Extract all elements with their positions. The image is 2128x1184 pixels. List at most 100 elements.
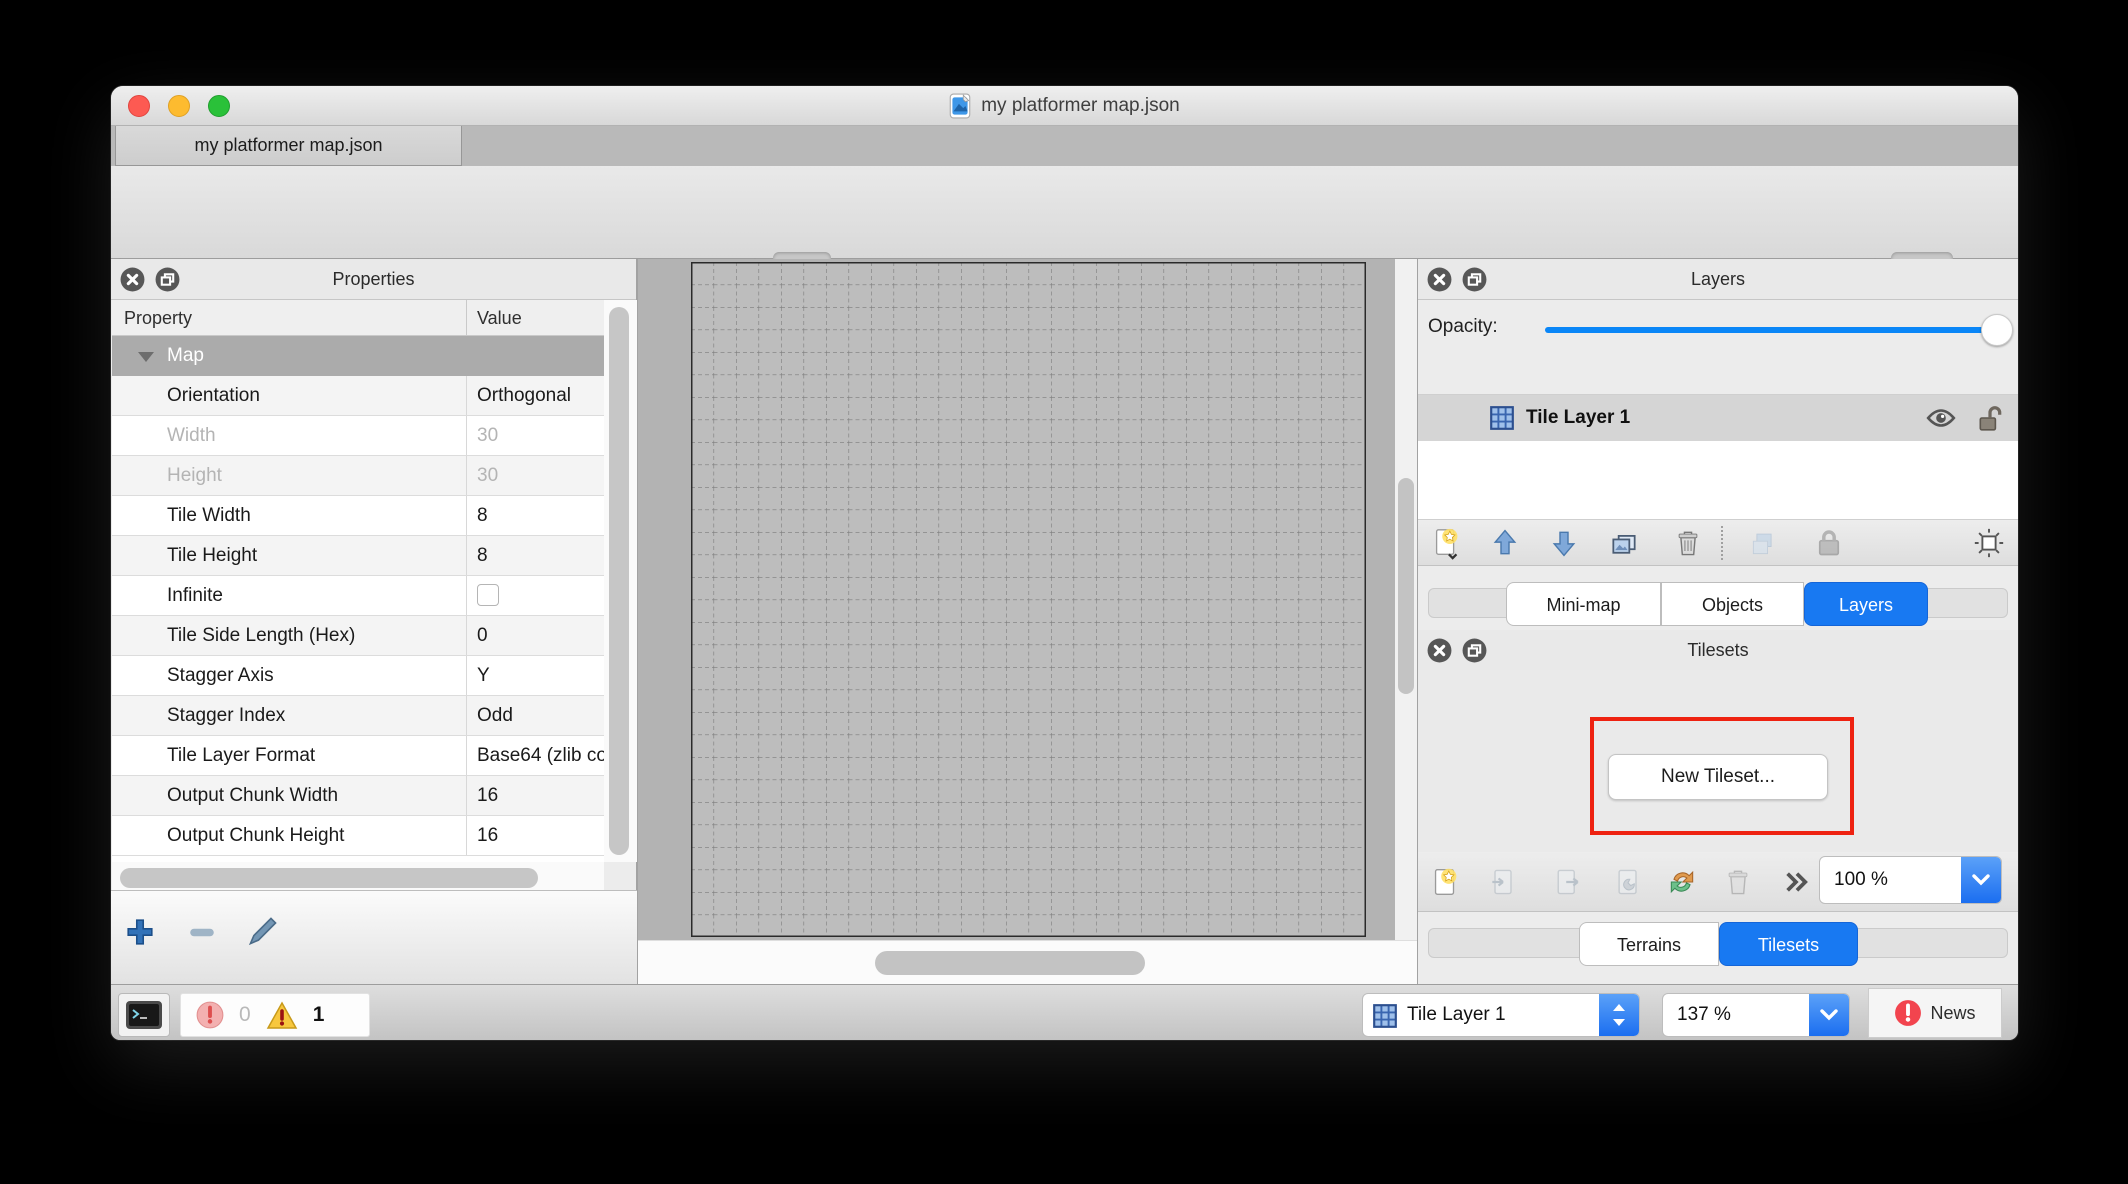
tilesets-title: Tilesets: [1418, 630, 2018, 671]
table-row[interactable]: Tile Side Length (Hex)0: [112, 616, 604, 656]
tileset-zoom-value: 100 %: [1834, 857, 1888, 903]
edit-property-icon[interactable]: [247, 915, 279, 947]
layer-list: Tile Layer 1: [1418, 394, 2018, 520]
group-label: Map: [167, 345, 204, 366]
map-zoom-select[interactable]: 137 %: [1662, 993, 1850, 1037]
more-tilesets-button[interactable]: [1777, 863, 1815, 901]
tab-objects[interactable]: Objects: [1661, 582, 1804, 626]
app-window: my platformer map.json my platformer map…: [111, 86, 2018, 1040]
toolbar-separator: [1721, 526, 1723, 560]
move-layer-down-button[interactable]: [1545, 524, 1583, 562]
infinite-checkbox[interactable]: [477, 584, 499, 606]
table-row[interactable]: Stagger IndexOdd: [112, 696, 604, 736]
remove-property-icon[interactable]: [187, 923, 217, 941]
delete-tileset-button[interactable]: [1719, 863, 1757, 901]
tab-mini-map[interactable]: Mini-map: [1506, 582, 1661, 626]
right-dock: Layers Opacity: Tile Layer 1: [1417, 259, 2018, 984]
opacity-slider-knob[interactable]: [1981, 314, 2013, 346]
map-vertical-scrollbar[interactable]: [1395, 259, 1417, 940]
lock-layer-button[interactable]: [1810, 524, 1848, 562]
opacity-row: Opacity:: [1418, 305, 2018, 355]
table-row[interactable]: OrientationOrthogonal: [112, 376, 604, 416]
status-bar: 0 1 Tile Layer 1 137 % News: [111, 984, 2018, 1040]
titlebar[interactable]: my platformer map.json: [111, 86, 2018, 126]
layers-title: Layers: [1418, 259, 2018, 300]
table-row[interactable]: Infinite: [112, 576, 604, 616]
table-row[interactable]: Tile Height8: [112, 536, 604, 576]
column-property[interactable]: Property: [112, 300, 467, 335]
tab-bar: my platformer map.json: [111, 126, 2018, 166]
tab-layers[interactable]: Layers: [1804, 582, 1928, 626]
map-view[interactable]: [637, 259, 1417, 984]
news-badge-icon: [1894, 999, 1922, 1027]
news-button[interactable]: News: [1868, 988, 2002, 1038]
tab-label: my platformer map.json: [194, 135, 382, 156]
edit-tileset-button[interactable]: [1609, 863, 1647, 901]
terminal-icon: [124, 999, 164, 1031]
import-tileset-button[interactable]: [1484, 863, 1522, 901]
tab-tilesets[interactable]: Tilesets: [1719, 922, 1858, 966]
add-property-icon[interactable]: [125, 917, 155, 947]
properties-vertical-scroll-thumb[interactable]: [609, 307, 629, 855]
opacity-label: Opacity:: [1428, 316, 1498, 338]
table-row[interactable]: Tile Layer FormatBase64 (zlib compressed…: [112, 736, 604, 776]
tab-my-platformer-map[interactable]: my platformer map.json: [115, 126, 462, 166]
tile-layer-icon: [1373, 1004, 1397, 1028]
table-row[interactable]: Height30: [112, 456, 604, 496]
delete-layer-button[interactable]: [1669, 524, 1707, 562]
properties-horizontal-scroll-thumb[interactable]: [120, 868, 538, 888]
property-group-map[interactable]: Map: [112, 336, 604, 376]
properties-vertical-scrollbar[interactable]: [604, 300, 637, 862]
new-tileset-button[interactable]: New Tileset...: [1608, 754, 1828, 800]
main-content: Properties Property Value Map Orientatio…: [111, 259, 2018, 984]
issue-counts[interactable]: 0 1: [180, 993, 370, 1037]
highlight-current-layer-button[interactable]: [1970, 524, 2008, 562]
current-layer-select[interactable]: Tile Layer 1: [1362, 993, 1640, 1037]
up-down-spinner-icon[interactable]: [1599, 994, 1639, 1036]
table-row[interactable]: Tile Width8: [112, 496, 604, 536]
export-tileset-button[interactable]: [1549, 863, 1587, 901]
table-row[interactable]: Stagger AxisY: [112, 656, 604, 696]
move-layer-up-button[interactable]: [1486, 524, 1524, 562]
properties-footer: [111, 890, 637, 984]
main-toolbar: ⌄ ⌄: [111, 166, 2018, 259]
map-horizontal-scroll-thumb[interactable]: [875, 951, 1145, 975]
collapse-triangle-icon[interactable]: [138, 352, 154, 362]
column-value[interactable]: Value: [467, 300, 604, 335]
tab-terrains[interactable]: Terrains: [1579, 922, 1719, 966]
window-title: my platformer map.json: [981, 95, 1180, 117]
property-rows: OrientationOrthogonal Width30 Height30 T…: [112, 376, 604, 856]
desktop: my platformer map.json my platformer map…: [0, 0, 2128, 1184]
table-row[interactable]: Output Chunk Width16: [112, 776, 604, 816]
map-grid[interactable]: [691, 262, 1366, 937]
layer-unlocked-icon[interactable]: [1978, 404, 2002, 432]
properties-header: Properties: [111, 259, 636, 300]
tile-layer-icon: [1490, 406, 1514, 430]
error-count: 0: [239, 1003, 251, 1027]
warning-count: 1: [313, 1003, 325, 1027]
layer-name: Tile Layer 1: [1526, 407, 1630, 429]
duplicate-layer-button[interactable]: [1605, 524, 1643, 562]
opacity-slider[interactable]: [1545, 327, 1997, 333]
layers-toolbar: [1418, 520, 2018, 566]
new-layer-button[interactable]: [1428, 524, 1466, 562]
tilesets-header: Tilesets: [1418, 630, 2018, 671]
raise-layer-button[interactable]: [1745, 524, 1783, 562]
console-button[interactable]: [118, 993, 170, 1037]
chevron-down-icon[interactable]: [1961, 857, 2001, 903]
layer-visible-eye-icon[interactable]: [1926, 407, 1956, 429]
tileset-zoom-select[interactable]: 100 %: [1819, 856, 2002, 904]
properties-horizontal-scrollbar[interactable]: [112, 862, 604, 890]
table-row[interactable]: Output Chunk Height16: [112, 816, 604, 856]
table-row[interactable]: Width30: [112, 416, 604, 456]
map-horizontal-scrollbar[interactable]: [638, 940, 1418, 984]
chevron-down-icon[interactable]: [1809, 994, 1849, 1036]
properties-column-header: Property Value: [112, 300, 604, 336]
properties-panel: Properties Property Value Map Orientatio…: [111, 259, 637, 984]
map-vertical-scroll-thumb[interactable]: [1398, 478, 1414, 694]
new-tileset-icon-button[interactable]: [1426, 863, 1464, 901]
layer-row-tile-layer-1[interactable]: Tile Layer 1: [1418, 395, 2018, 441]
reload-tileset-button[interactable]: [1663, 863, 1701, 901]
layers-header: Layers: [1418, 259, 2018, 300]
error-icon: [195, 1000, 225, 1030]
